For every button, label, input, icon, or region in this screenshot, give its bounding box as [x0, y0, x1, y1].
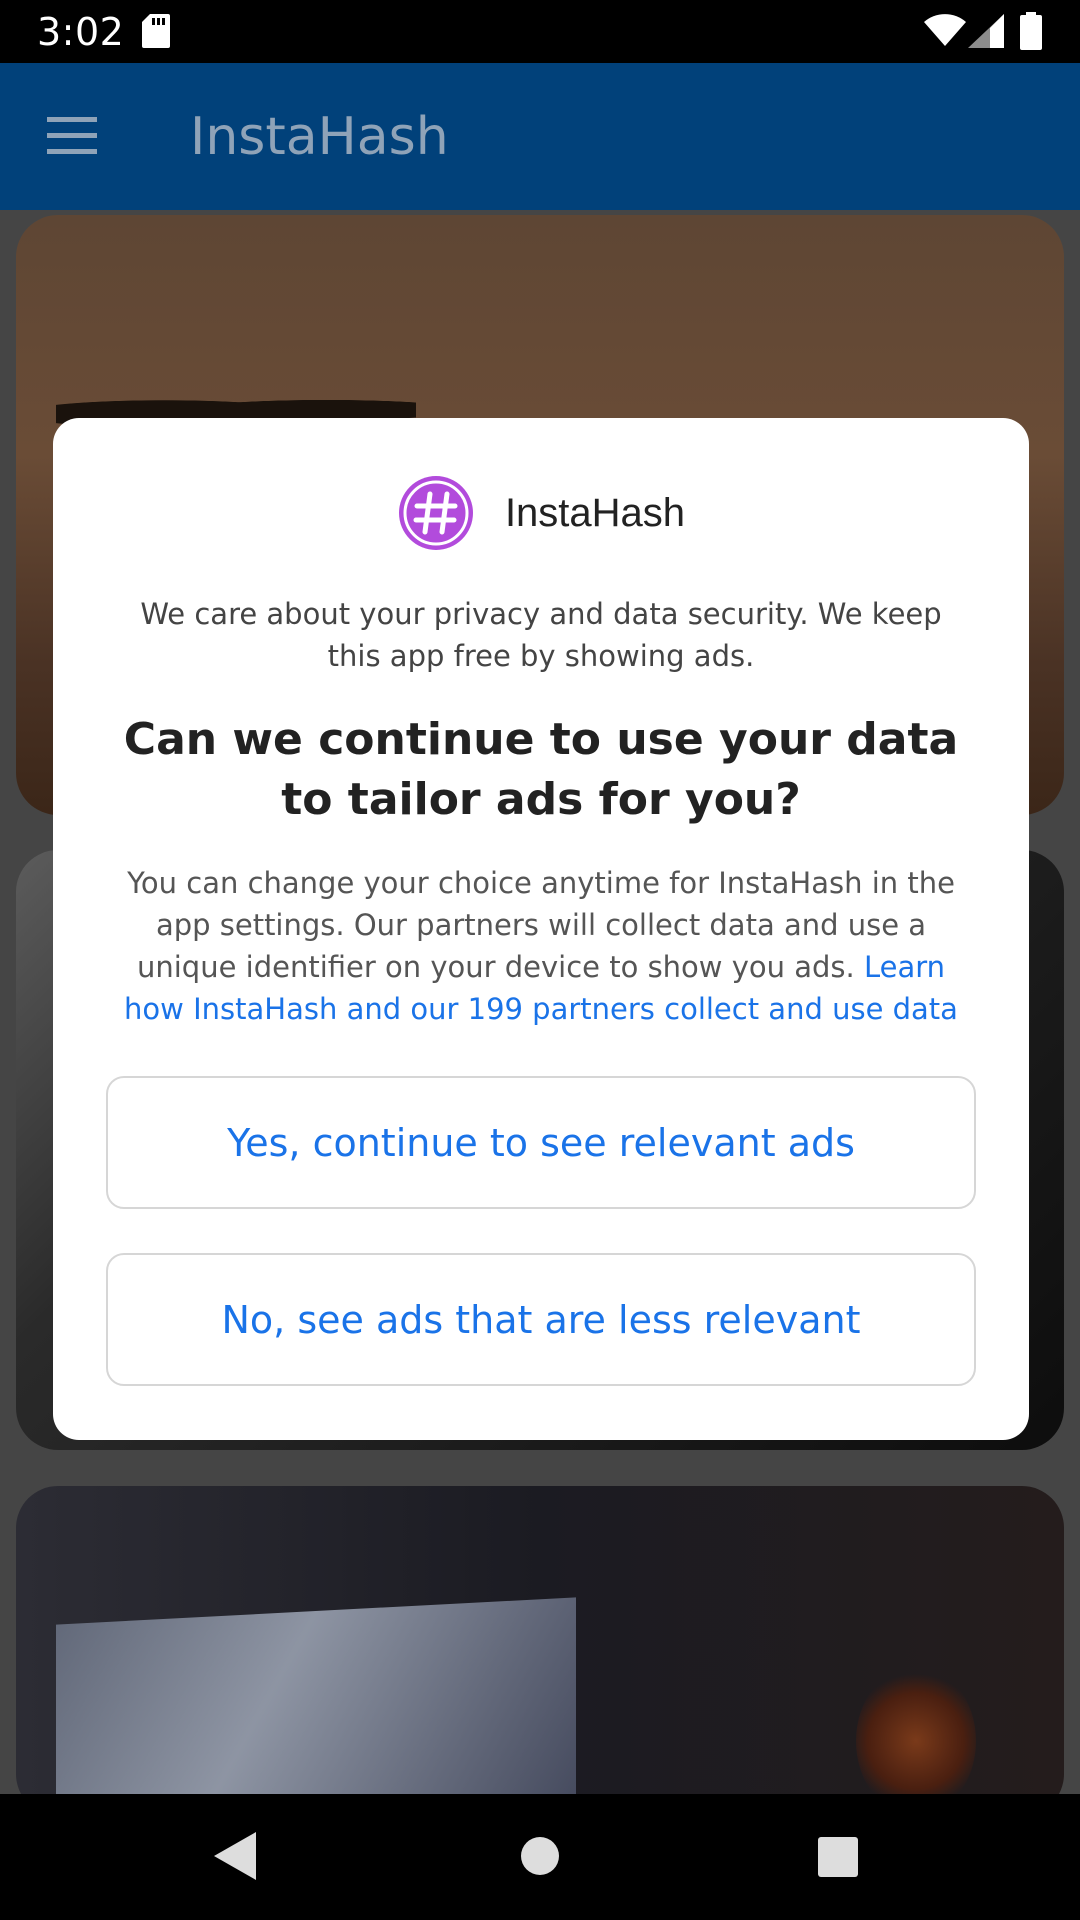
consent-details: You can change your choice anytime for I… [103, 862, 979, 1030]
consent-dialog: InstaHash We care about your privacy and… [53, 418, 1029, 1440]
status-time: 3:02 [37, 10, 125, 54]
nav-bar [0, 1794, 1080, 1920]
consent-no-button[interactable]: No, see ads that are less relevant [106, 1253, 976, 1386]
consent-yes-button[interactable]: Yes, continue to see relevant ads [106, 1076, 976, 1209]
battery-icon [1020, 12, 1042, 50]
consent-question: Can we continue to use your data to tail… [123, 714, 959, 825]
sd-card-icon [142, 14, 170, 48]
wifi-icon [924, 14, 966, 46]
hash-logo-icon [398, 476, 473, 550]
home-icon[interactable] [520, 1836, 560, 1876]
privacy-intro: We care about your privacy and data secu… [140, 597, 942, 673]
recents-icon[interactable] [818, 1837, 858, 1877]
details-text: You can change your choice anytime for I… [127, 866, 955, 984]
dialog-header: InstaHash [53, 473, 1029, 553]
signal-icon [968, 14, 1004, 48]
back-icon[interactable] [214, 1832, 256, 1880]
screen: 3:02 InstaHash InstaHash We care about y… [0, 0, 1080, 1920]
status-bar: 3:02 [0, 0, 1080, 63]
brand-name: InstaHash [504, 490, 686, 535]
